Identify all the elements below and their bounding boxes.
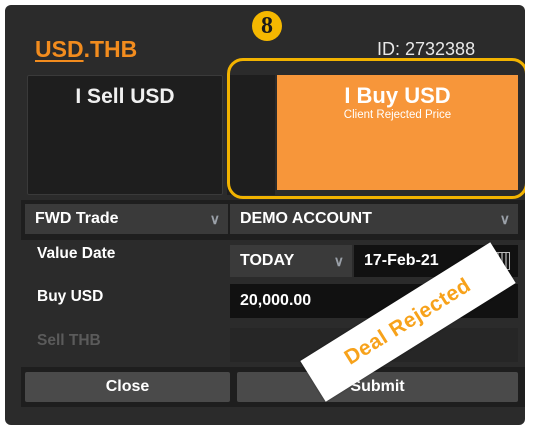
chevron-down-icon: ∨ — [333, 253, 344, 269]
close-button[interactable]: Close — [25, 372, 230, 402]
chevron-down-icon: ∨ — [209, 211, 220, 227]
step-badge: 8 — [252, 11, 282, 41]
buy-amount-label: Buy USD — [37, 288, 104, 305]
buy-amount-value: 20,000.00 — [240, 292, 312, 309]
tenor-value: TODAY — [240, 252, 295, 269]
sell-amount-label: Sell THB — [37, 332, 101, 349]
currency-pair: USD.THB — [35, 36, 137, 63]
pair-quote-currency: THB — [89, 36, 138, 62]
tenor-select[interactable]: TODAY ∨ — [230, 245, 352, 277]
value-date-value: 17-Feb-21 — [364, 252, 439, 269]
trade-ticket-panel: USD.THB ID: 2732388 I Sell USD I Buy USD… — [5, 5, 525, 425]
trade-type-select[interactable]: FWD Trade ∨ — [25, 204, 228, 234]
trade-type-value: FWD Trade — [35, 210, 119, 227]
account-value: DEMO ACCOUNT — [240, 210, 372, 227]
value-date-label: Value Date — [37, 245, 116, 262]
pair-base-currency: USD — [35, 36, 84, 62]
chevron-down-icon: ∨ — [499, 211, 510, 227]
sell-usd-label: I Sell USD — [75, 85, 175, 108]
sell-usd-button[interactable]: I Sell USD — [27, 75, 223, 195]
account-select[interactable]: DEMO ACCOUNT ∨ — [230, 204, 518, 234]
submit-button[interactable]: Submit — [237, 372, 518, 402]
ticket-id: ID: 2732388 — [377, 39, 476, 59]
highlight-outline — [227, 58, 525, 199]
